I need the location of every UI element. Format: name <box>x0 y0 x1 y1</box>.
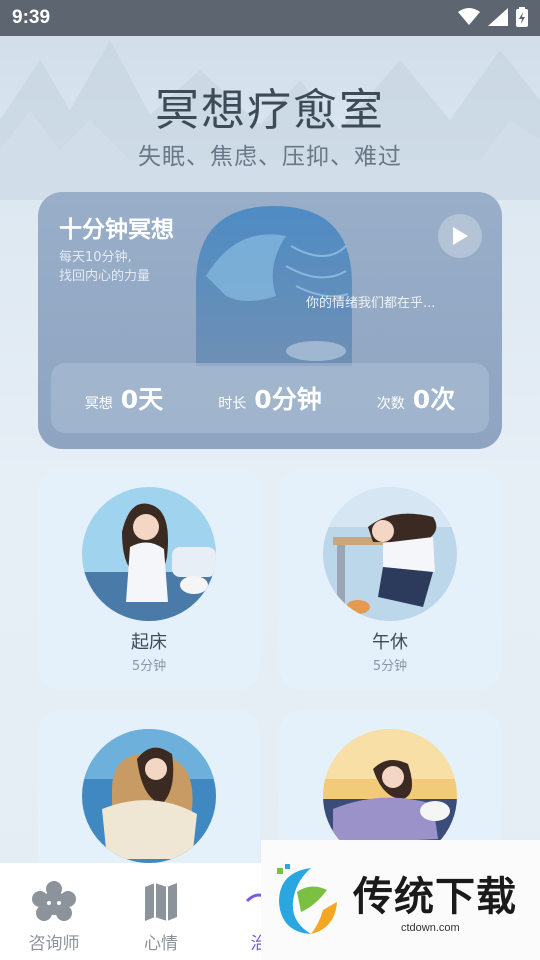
card-name: 起床 <box>131 632 167 653</box>
watermark-logo: 传统下载 ctdown.com <box>261 840 540 960</box>
card-duration: 5分钟 <box>372 659 408 674</box>
meditation-stats: 冥想 0天 时长 0分钟 次数 0次 <box>51 363 489 433</box>
stat-count-label: 次数 <box>376 396 405 412</box>
map-icon <box>145 883 177 921</box>
card-duration: 5分钟 <box>131 659 167 674</box>
nav-label: 心情 <box>144 934 178 954</box>
meditation-card-nap[interactable]: 午休 5分钟 <box>279 468 501 690</box>
page-title: 冥想疗愈室 <box>155 85 385 136</box>
hero-quote: 你的情绪我们都在乎... <box>306 296 436 311</box>
hero-title: 十分钟冥想 <box>59 217 174 243</box>
stat-days-label: 冥想 <box>84 396 113 412</box>
hero-description: 每天10分钟, 找回内心的力量 <box>59 248 199 286</box>
relax-illustration <box>82 729 216 863</box>
meditation-hero-card[interactable]: 十分钟冥想 每天10分钟, 找回内心的力量 你的情绪我们都在乎... 冥想 0天… <box>38 192 502 449</box>
status-time: 9:39 <box>12 7 51 28</box>
card-name: 午休 <box>372 632 408 653</box>
stat-duration-label: 时长 <box>218 396 247 412</box>
cell-signal-icon <box>488 8 508 26</box>
nav-label: 咨询师 <box>28 934 80 954</box>
wakeup-illustration <box>82 487 216 621</box>
status-bar: 9:39 <box>0 0 540 36</box>
flower-face-icon <box>32 881 76 921</box>
stat-count-value: 0次 <box>412 385 456 414</box>
nav-item-mood[interactable]: 心情 <box>116 881 206 954</box>
battery-icon <box>516 7 528 27</box>
hero-desc-line1: 每天10分钟, <box>59 250 132 265</box>
hero-desc-line2: 找回内心的力量 <box>59 269 151 284</box>
play-icon <box>453 227 468 245</box>
watermark-brand: 传统下载 <box>353 874 517 920</box>
stat-days-value: 0天 <box>120 385 164 414</box>
meditation-card-wakeup[interactable]: 起床 5分钟 <box>38 468 260 690</box>
page-subtitle: 失眠、焦虑、压抑、难过 <box>138 144 402 170</box>
stat-duration: 时长 0分钟 <box>197 380 343 416</box>
play-button[interactable] <box>438 214 482 258</box>
stat-days: 冥想 0天 <box>51 380 197 416</box>
watermark-url: ctdown.com <box>401 922 460 934</box>
stat-duration-value: 0分钟 <box>254 385 322 414</box>
nap-illustration <box>323 487 457 621</box>
nav-item-counselor[interactable]: 咨询师 <box>9 881 99 954</box>
meditation-illustration <box>196 206 352 366</box>
stat-count: 次数 0次 <box>343 380 489 416</box>
watermark-logo-icon <box>277 864 337 934</box>
wifi-icon <box>458 8 480 25</box>
